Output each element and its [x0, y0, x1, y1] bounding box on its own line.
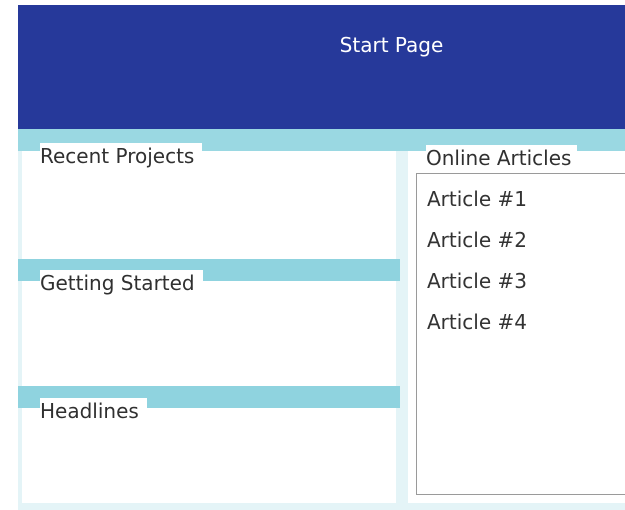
start-page: Start Page Recent Projects Getting Start…: [0, 0, 625, 510]
article-link[interactable]: Article #2: [427, 227, 527, 253]
column-divider: [400, 151, 408, 510]
header-bar: Start Page: [18, 5, 625, 129]
section-title-recent-projects[interactable]: Recent Projects: [40, 143, 203, 169]
page-title: Start Page: [339, 33, 444, 57]
article-link[interactable]: Article #1: [427, 186, 527, 212]
online-articles-list: Article #1 Article #2 Article #3 Article…: [416, 173, 625, 495]
online-articles-title: Online Articles: [426, 145, 578, 171]
article-link[interactable]: Article #4: [427, 309, 527, 335]
bottom-band: [18, 503, 625, 510]
section-title-getting-started[interactable]: Getting Started: [40, 270, 203, 296]
article-link[interactable]: Article #3: [427, 268, 527, 294]
left-panel-edge: [18, 151, 22, 510]
left-panel: [18, 151, 400, 510]
section-title-headlines[interactable]: Headlines: [40, 398, 147, 424]
